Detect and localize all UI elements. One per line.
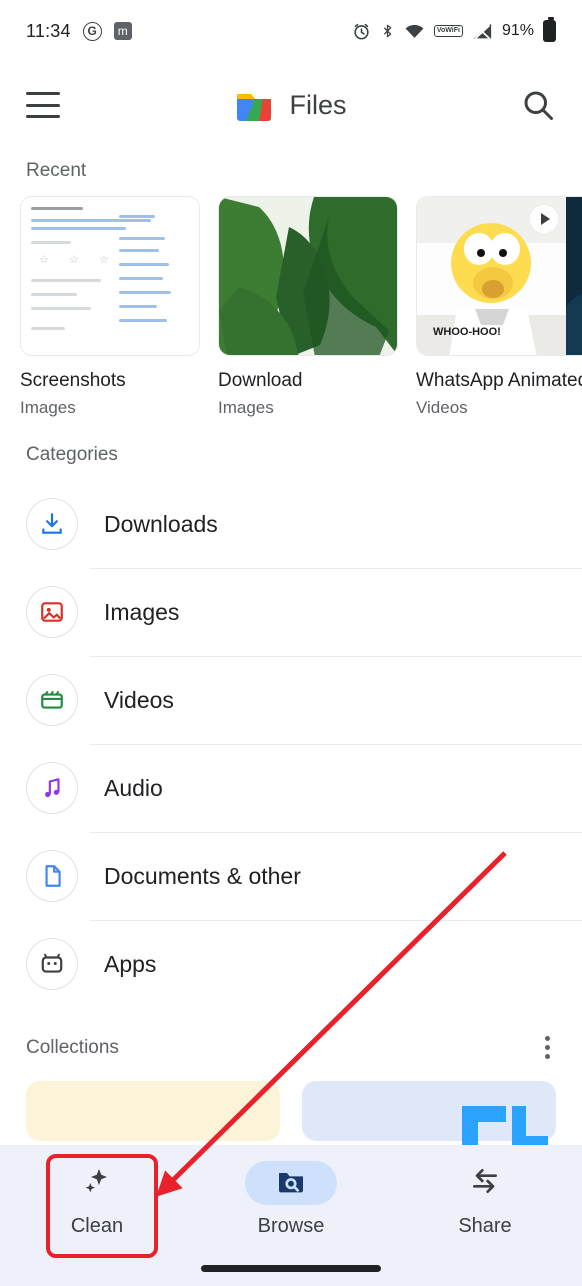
nav-label-clean: Clean	[70, 1215, 124, 1237]
nav-pill-clean	[51, 1161, 143, 1205]
m-icon: m	[113, 22, 132, 40]
video-thumbnail-left: WHOO-HOO!	[417, 197, 566, 355]
status-bar-right: Vo WiFi 91%	[352, 17, 556, 42]
categories-list: Downloads Images Videos Audio Documents	[0, 480, 582, 1008]
category-row-apps[interactable]: Apps	[26, 920, 582, 1008]
recent-item-whatsapp-animated[interactable]: WHOO-HOO! d Mu	[416, 196, 582, 418]
alarm-icon	[352, 22, 371, 41]
files-app-logo-icon	[233, 84, 275, 126]
volte-bottom: WiFi	[445, 27, 460, 35]
nav-label-browse: Browse	[257, 1215, 325, 1237]
nav-pill-browse	[245, 1161, 337, 1205]
category-row-videos[interactable]: Videos	[26, 656, 582, 744]
status-bar-left: 11:34 G m	[26, 21, 132, 42]
category-row-documents[interactable]: Documents & other	[26, 832, 582, 920]
google-icon: G	[82, 21, 102, 41]
video-thumbnail: WHOO-HOO! d Mu	[416, 196, 582, 356]
categories-section-label: Categories	[26, 444, 118, 465]
app-bar-title-group: Files	[60, 84, 520, 126]
share-arrows-icon	[469, 1165, 501, 1202]
battery-percent: 91%	[501, 22, 534, 39]
nav-item-share[interactable]: Share	[388, 1161, 582, 1238]
category-row-images[interactable]: Images	[26, 568, 582, 656]
status-time: 11:34	[26, 20, 71, 41]
apps-icon	[26, 938, 78, 990]
category-row-downloads[interactable]: Downloads	[26, 480, 582, 568]
recent-item-title: WhatsApp Animated...	[416, 370, 582, 391]
category-label: Downloads	[104, 510, 218, 537]
phone-screen: 11:34 G m Vo WiFi 91% Files Recent ☆ ☆ ☆…	[0, 0, 582, 1286]
play-icon	[530, 205, 558, 233]
folder-search-icon	[275, 1165, 307, 1202]
recent-item-download[interactable]: Download Images	[218, 196, 398, 418]
music-note-icon	[26, 762, 78, 814]
volte-top: Vo	[436, 27, 446, 35]
document-thumbnail: ☆ ☆ ☆	[20, 196, 200, 356]
page-title: Files	[289, 89, 347, 120]
category-label: Images	[104, 598, 180, 625]
collections-header: Collections	[0, 1008, 582, 1071]
status-bar: 11:34 G m Vo WiFi 91%	[0, 0, 582, 62]
recent-section-label: Recent	[26, 160, 87, 181]
collections-section-label: Collections	[26, 1036, 119, 1058]
volte-icon: Vo WiFi	[433, 25, 463, 37]
image-icon	[26, 586, 78, 638]
recent-item-screenshots[interactable]: ☆ ☆ ☆ Screenshots Images	[20, 196, 200, 418]
nav-label-share: Share	[458, 1215, 512, 1237]
signal-icon	[472, 22, 493, 41]
category-label: Audio	[104, 774, 163, 801]
category-row-audio[interactable]: Audio	[26, 744, 582, 832]
recent-item-subtitle: Images	[218, 398, 274, 417]
nav-pill-share	[439, 1161, 531, 1205]
recent-item-title: Screenshots	[20, 370, 126, 391]
category-label: Documents & other	[104, 862, 301, 889]
recent-item-subtitle: Videos	[416, 398, 468, 417]
recent-item-title: Download	[218, 370, 303, 391]
bottom-navigation-bar: Clean Browse Share	[0, 1145, 582, 1286]
collection-card[interactable]	[26, 1081, 280, 1141]
category-label: Apps	[104, 950, 157, 977]
search-icon[interactable]	[520, 87, 556, 123]
battery-icon	[543, 17, 556, 42]
recent-list: ☆ ☆ ☆ Screenshots Images Download Images…	[0, 196, 582, 418]
bluetooth-icon	[380, 21, 395, 41]
video-icon	[26, 674, 78, 726]
video-thumbnail-right: d Mu	[566, 197, 582, 355]
sparkle-icon	[81, 1165, 113, 1202]
download-icon	[26, 498, 78, 550]
recent-item-subtitle: Images	[20, 398, 76, 417]
nav-item-clean[interactable]: Clean	[0, 1161, 194, 1238]
overflow-menu-icon[interactable]	[539, 1030, 556, 1065]
nav-item-browse[interactable]: Browse	[194, 1161, 388, 1238]
hamburger-menu-icon[interactable]	[26, 92, 60, 118]
wifi-icon	[404, 23, 425, 40]
category-label: Videos	[104, 686, 174, 713]
document-icon	[26, 850, 78, 902]
photo-thumbnail	[218, 196, 398, 356]
app-bar: Files	[0, 62, 582, 148]
svg-text:WHOO-HOO!: WHOO-HOO!	[433, 326, 501, 338]
gesture-home-indicator	[201, 1265, 381, 1272]
